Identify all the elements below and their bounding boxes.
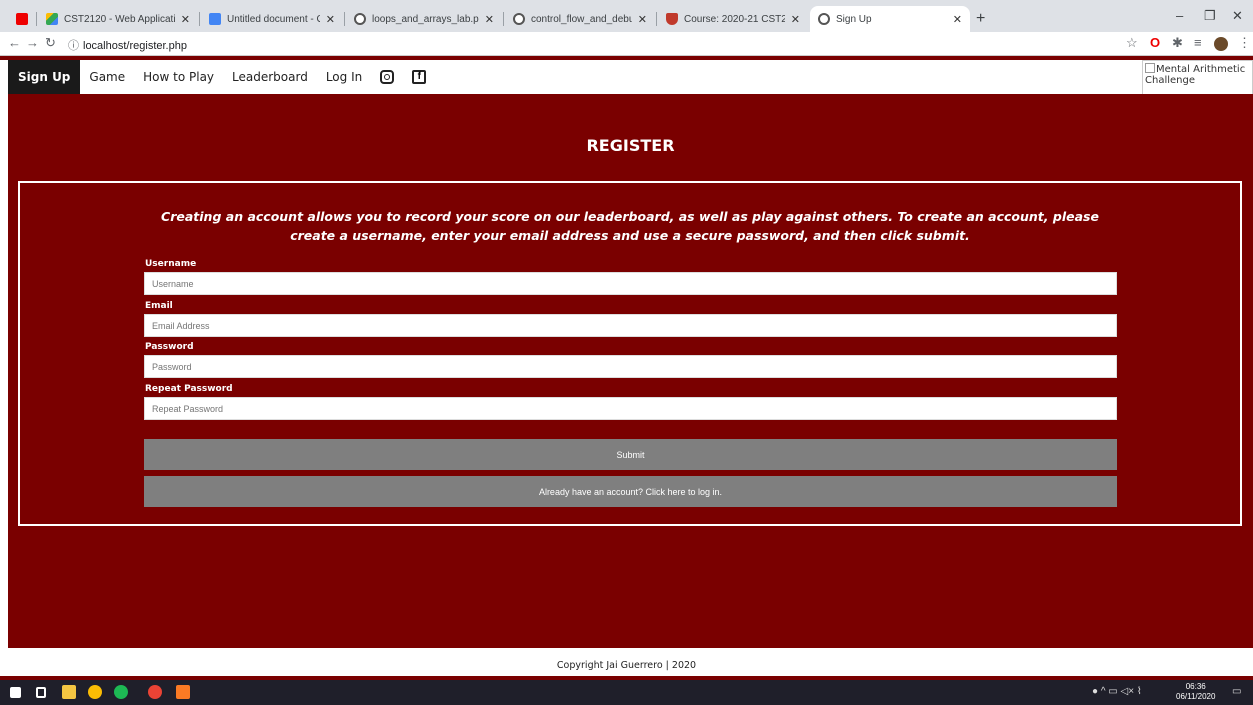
file-explorer-icon[interactable]	[62, 685, 76, 699]
restore-icon[interactable]: ❐	[1204, 8, 1216, 24]
nav-game[interactable]: Game	[80, 60, 134, 94]
close-icon[interactable]: ✕	[326, 13, 335, 26]
chrome-icon[interactable]	[88, 685, 102, 699]
task-view-icon[interactable]	[36, 687, 46, 698]
docs-icon	[209, 13, 221, 25]
tab-cst2120[interactable]: CST2120 - Web Applications and ✕	[38, 6, 198, 32]
page-title: REGISTER	[586, 136, 675, 155]
close-icon[interactable]: ✕	[485, 13, 494, 26]
forward-icon[interactable]: →	[26, 35, 39, 50]
chrome-icon[interactable]	[148, 685, 162, 699]
back-icon[interactable]: ←	[8, 35, 21, 50]
clock-date: 06/11/2020	[1176, 692, 1216, 701]
address-bar: ← → ↻ ⓘ localhost/register.php ☆ O ✱ ≡ ⋮	[0, 32, 1253, 56]
tab-control-flow-pdf[interactable]: control_flow_and_debugging.pdf ✕	[505, 6, 655, 32]
email-label: Email	[145, 301, 173, 311]
xampp-icon[interactable]	[176, 685, 190, 699]
username-input[interactable]	[144, 272, 1117, 295]
nav-how-to-play[interactable]: How to Play	[134, 60, 223, 94]
tab-course[interactable]: Course: 2020-21 CST2120 Web A ✕	[658, 6, 808, 32]
broken-image-icon	[1145, 63, 1155, 73]
notifications-icon[interactable]: ▭	[1232, 686, 1241, 697]
close-icon[interactable]: ✕	[181, 13, 190, 26]
tab-sign-up[interactable]: Sign Up ✕	[810, 6, 970, 32]
login-link-button[interactable]: Already have an account? Click here to l…	[144, 476, 1117, 507]
username-label: Username	[145, 259, 197, 269]
tab-label: Sign Up	[836, 13, 872, 25]
browser-tab-bar: CST2120 - Web Applications and ✕ Untitle…	[0, 0, 1253, 32]
windows-start-icon[interactable]	[10, 687, 21, 698]
new-tab-icon[interactable]: +	[976, 10, 985, 28]
drive-icon	[46, 13, 58, 25]
globe-icon	[818, 13, 830, 25]
menu-icon[interactable]: ⋮	[1238, 35, 1251, 51]
nav-leaderboard[interactable]: Leaderboard	[223, 60, 317, 94]
opera-icon[interactable]: O	[1150, 35, 1160, 50]
nav-log-in[interactable]: Log In	[317, 60, 371, 94]
clock-time: 06:36	[1185, 682, 1206, 691]
submit-button[interactable]: Submit	[144, 439, 1117, 470]
close-icon[interactable]: ✕	[953, 13, 962, 26]
tab-label: Untitled document - Google Doc	[227, 13, 320, 25]
extensions-icon[interactable]: ✱	[1172, 35, 1183, 51]
avatar[interactable]	[1214, 37, 1228, 51]
tab-label: CST2120 - Web Applications and	[64, 13, 175, 25]
spotify-icon[interactable]	[114, 685, 128, 699]
repeat-password-label: Repeat Password	[145, 384, 233, 394]
close-icon[interactable]: ✕	[638, 13, 647, 26]
clock: 06:36 06/11/2020	[1176, 682, 1215, 702]
site-nav: Sign Up Game How to Play Leaderboard Log…	[8, 60, 1142, 94]
tab-label: loops_and_arrays_lab.pdf	[372, 13, 479, 25]
media-icon[interactable]: ≡	[1194, 35, 1202, 50]
url-field[interactable]: ⓘ localhost/register.php	[68, 37, 187, 53]
tab-youtube[interactable]	[8, 6, 36, 32]
tray-icons: ● ^ ▭ ◁× ⌇	[1092, 686, 1142, 697]
logo-alt-text: Mental Arithmetic Challenge	[1145, 64, 1246, 86]
tab-google-doc[interactable]: Untitled document - Google Doc ✕	[201, 6, 343, 32]
register-section: REGISTER Creating an account allows you …	[8, 94, 1253, 648]
globe-icon	[513, 13, 525, 25]
intro-text: Creating an account allows you to record…	[161, 209, 1099, 243]
url-text: localhost/register.php	[83, 40, 187, 52]
tab-loops-pdf[interactable]: loops_and_arrays_lab.pdf ✕	[346, 6, 502, 32]
repeat-password-input[interactable]	[144, 397, 1117, 420]
tab-label: control_flow_and_debugging.pdf	[531, 13, 632, 25]
tab-label: Course: 2020-21 CST2120 Web A	[684, 13, 785, 25]
reload-icon[interactable]: ↻	[45, 35, 56, 51]
close-icon[interactable]: ✕	[791, 13, 800, 26]
star-icon[interactable]: ☆	[1126, 35, 1138, 51]
nav-sign-up[interactable]: Sign Up	[8, 60, 81, 94]
password-input[interactable]	[144, 355, 1117, 378]
instagram-icon[interactable]	[380, 70, 395, 84]
close-window-icon[interactable]: ✕	[1232, 8, 1243, 24]
minimize-icon[interactable]: –	[1176, 8, 1183, 23]
email-input[interactable]	[144, 314, 1117, 337]
register-form: Creating an account allows you to record…	[18, 181, 1242, 526]
facebook-icon[interactable]: f	[412, 70, 427, 84]
youtube-icon	[16, 13, 28, 25]
shield-icon	[666, 13, 678, 25]
taskbar: ● ^ ▭ ◁× ⌇ 06:36 06/11/2020 ▭	[0, 680, 1253, 705]
footer-copyright: Copyright Jai Guerrero | 2020	[556, 660, 697, 671]
password-label: Password	[145, 342, 194, 352]
globe-icon	[354, 13, 366, 25]
page: Sign Up Game How to Play Leaderboard Log…	[0, 56, 1253, 680]
info-icon: ⓘ	[68, 40, 79, 52]
